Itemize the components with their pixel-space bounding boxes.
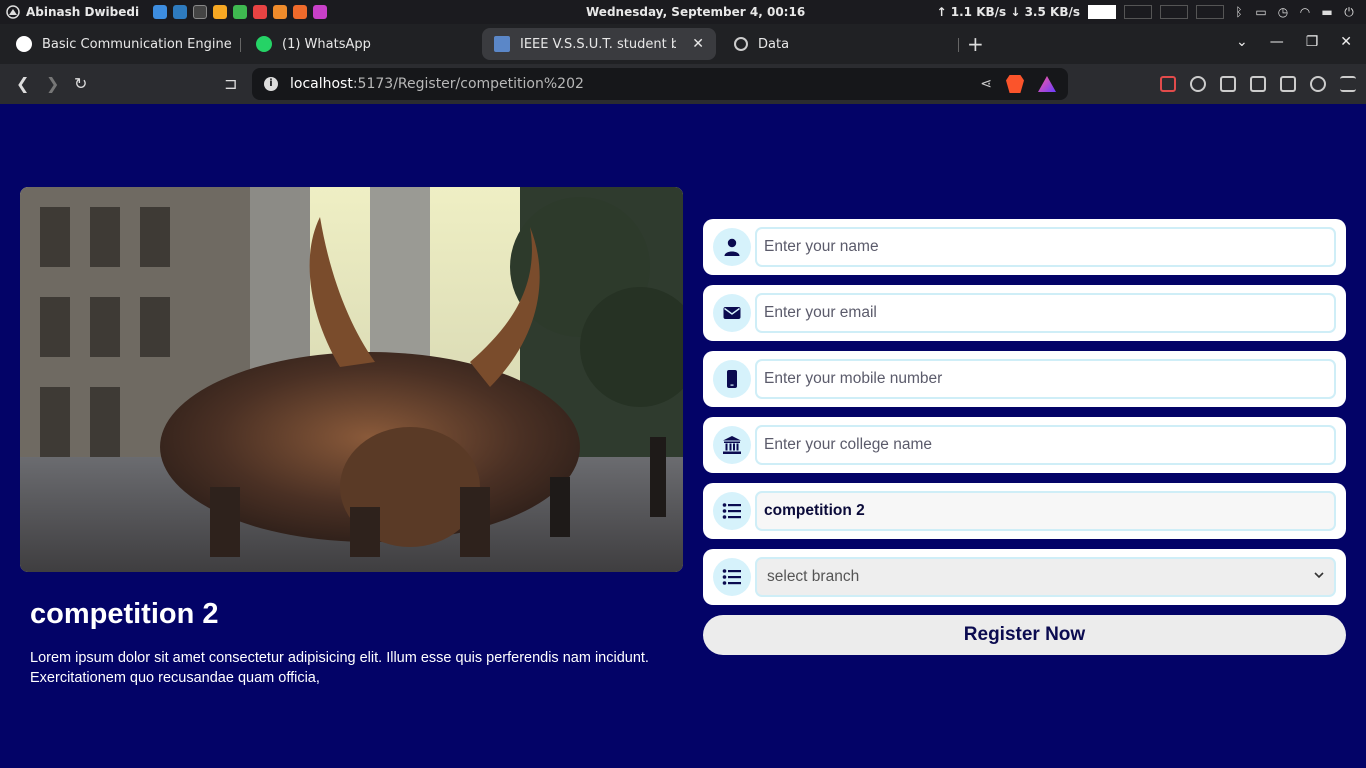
tab-title: Data [758,36,790,52]
email-row [703,285,1346,341]
envelope-icon [713,294,751,332]
competition-row [703,483,1346,539]
user-icon [713,228,751,266]
list-icon [713,558,751,596]
tab-list-chevron-icon[interactable]: ⌄ [1236,34,1248,50]
college-row [703,417,1346,473]
competition-title: competition 2 [30,598,219,630]
tab-basic-communication[interactable]: Basic Communication Engineer [4,28,244,60]
rewards-badge: 1 [1052,76,1056,82]
graph-widget [1196,5,1224,19]
system-menu-icon[interactable] [6,5,20,19]
whatsapp-icon [256,36,272,52]
url-bar[interactable]: i localhost :5173/Register/competition%2… [252,68,1068,100]
url-host: localhost [290,76,353,92]
list-icon [713,492,751,530]
email-input[interactable] [755,293,1336,333]
brave-rewards-icon[interactable]: 1 [1038,76,1056,92]
extensions-bar [1160,76,1356,92]
chevron-down-icon [1314,572,1324,579]
app-icon[interactable] [253,5,268,19]
mobile-phone-icon [713,360,751,398]
network-speed: ↑ 1.1 KB/s ↓ 3.5 KB/s [936,5,1080,19]
menu-icon[interactable] [1340,76,1356,92]
competition-description: Lorem ipsum dolor sit amet consectetur a… [30,650,649,686]
graph-widget [1088,5,1116,19]
branch-select-value: select branch [767,568,860,585]
os-clock[interactable]: Wednesday, September 4, 00:16 [586,5,805,19]
tab-title: (1) WhatsApp [282,36,371,52]
wallet-icon[interactable] [1280,76,1296,92]
url-path: :5173/Register/competition%202 [352,76,584,92]
tab-divider [958,38,959,52]
share-icon[interactable]: ⋖ [980,76,992,92]
brave-icon[interactable] [213,5,228,19]
name-row [703,219,1346,275]
puzzle-icon[interactable] [1220,76,1236,92]
battery-icon[interactable]: ▬ [1320,5,1334,19]
terminal-icon[interactable] [193,5,208,19]
app-tray [153,5,328,19]
site-info-icon[interactable]: i [264,77,278,91]
graph-widget [1160,5,1188,19]
openai-icon [16,36,32,52]
bluetooth-icon[interactable]: ᛒ [1232,5,1246,19]
forward-icon[interactable]: ❯ [46,74,59,93]
record-icon[interactable] [1190,76,1206,92]
mobile-input[interactable] [755,359,1336,399]
tab-divider [240,38,241,52]
window-controls: ⌄ — ❐ ✕ [1236,34,1352,50]
college-input[interactable] [755,425,1336,465]
address-toolbar: ❮ ❯ ↻ ⊐ i localhost :5173/Register/compe… [0,64,1366,104]
sidebar-icon[interactable] [1250,76,1266,92]
power-icon[interactable]: ⏻ [1342,5,1356,19]
ieee-favicon-icon [494,36,510,52]
app-icon[interactable] [273,5,288,19]
graph-widget [1124,5,1152,19]
maximize-icon[interactable]: ❐ [1306,34,1319,50]
os-username: Abinash Dwibedi [26,5,140,19]
tab-strip: Basic Communication Engineer (1) WhatsAp… [0,24,1366,64]
reload-icon[interactable]: ↻ [74,74,87,93]
register-button[interactable]: Register Now [703,615,1346,655]
vscode-icon[interactable] [173,5,188,19]
globe-icon [734,37,748,51]
os-top-bar: Abinash Dwibedi Wednesday, September 4, … [0,0,1366,24]
tab-data[interactable]: Data [722,28,950,60]
extension-icon[interactable] [1160,76,1176,92]
close-tab-icon[interactable]: ✕ [692,36,704,52]
bull-statue-image [20,187,683,572]
branch-row: select branch [703,549,1346,605]
clipboard-icon[interactable]: ▭ [1254,5,1268,19]
name-input[interactable] [755,227,1336,267]
tab-whatsapp[interactable]: (1) WhatsApp [244,28,484,60]
new-tab-icon[interactable]: + [967,32,984,56]
tab-ieee-active[interactable]: IEEE V.S.S.U.T. student bran ✕ [482,28,716,60]
brave-shields-icon[interactable] [1006,75,1024,93]
competition-input[interactable] [755,491,1336,531]
tab-title: Basic Communication Engineer [42,36,232,52]
app-icon[interactable] [293,5,308,19]
wifi-icon[interactable]: ◠ [1298,5,1312,19]
branch-select[interactable]: select branch [755,557,1336,597]
minimize-icon[interactable]: — [1270,34,1284,50]
competition-image [20,187,683,572]
back-icon[interactable]: ❮ [16,74,29,93]
institution-icon [713,426,751,464]
files-icon[interactable] [153,5,168,19]
tab-title: IEEE V.S.S.U.T. student bran [520,36,677,52]
clock-icon[interactable]: ◷ [1276,5,1290,19]
close-window-icon[interactable]: ✕ [1340,34,1352,50]
mobile-row [703,351,1346,407]
bookmark-icon[interactable]: ⊐ [224,74,237,93]
app-icon[interactable] [233,5,248,19]
app-icon[interactable] [313,5,328,19]
leo-icon[interactable] [1310,76,1326,92]
